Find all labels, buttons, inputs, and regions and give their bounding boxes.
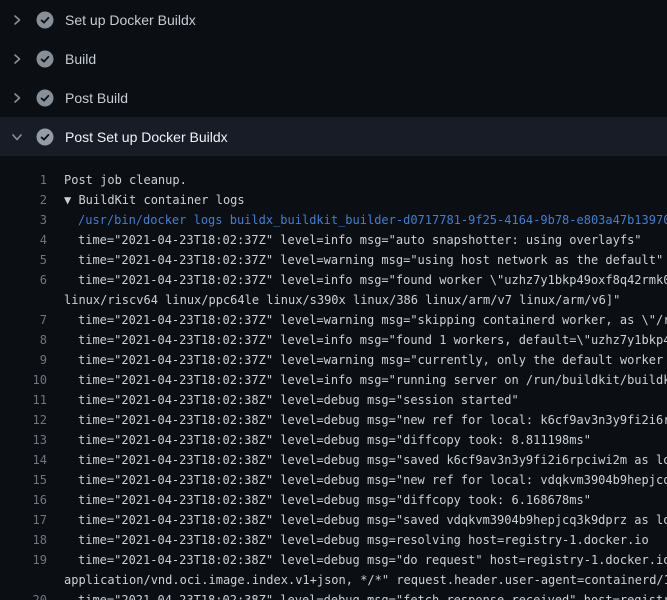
log-line-number[interactable]: 8 [0, 333, 47, 347]
log-line: 8 time="2021-04-23T18:02:37Z" level=info … [0, 330, 667, 350]
log-line-number[interactable]: 1 [0, 173, 47, 187]
log-text: time="2021-04-23T18:02:38Z" level=debug … [78, 473, 667, 487]
log-line: 3/usr/bin/docker logs buildx_buildkit_bu… [0, 210, 667, 230]
log-line: 6 time="2021-04-23T18:02:37Z" level=info … [0, 270, 667, 290]
log-text: time="2021-04-23T18:02:38Z" level=debug … [78, 533, 649, 547]
chevron-right-icon [10, 91, 24, 105]
check-circle-icon [36, 11, 54, 29]
log-line-number[interactable]: 3 [0, 213, 47, 227]
step-row-set-up-docker-buildx[interactable]: Set up Docker Buildx [0, 0, 667, 39]
log-text: time="2021-04-23T18:02:37Z" level=info m… [78, 273, 667, 287]
check-circle-icon [36, 50, 54, 68]
log-text: time="2021-04-23T18:02:37Z" level=info m… [78, 373, 667, 387]
steps-list: Set up Docker Buildx Build Post Build Po… [0, 0, 667, 156]
log-line: 4 time="2021-04-23T18:02:37Z" level=info … [0, 230, 667, 250]
log-line: application/vnd.oci.image.index.v1+json,… [0, 570, 667, 590]
log-text: time="2021-04-23T18:02:37Z" level=info m… [78, 333, 667, 347]
log-line: 20 time="2021-04-23T18:02:38Z" level=debu… [0, 590, 667, 600]
log-line: 1 Post job cleanup. [0, 170, 667, 190]
log-text: time="2021-04-23T18:02:37Z" level=info m… [78, 233, 642, 247]
step-name: Post Build [65, 90, 128, 106]
log-line: 15 time="2021-04-23T18:02:38Z" level=debu… [0, 470, 667, 490]
log-line-number[interactable]: 16 [0, 493, 47, 507]
chevron-right-icon [10, 52, 24, 66]
log-line-number[interactable]: 17 [0, 513, 47, 527]
log-line: 11 time="2021-04-23T18:02:38Z" level=debu… [0, 390, 667, 410]
log-command-text: /usr/bin/docker logs buildx_buildkit_bui… [78, 213, 667, 227]
log-line-number[interactable]: 9 [0, 353, 47, 367]
log-line: 12 time="2021-04-23T18:02:38Z" level=debu… [0, 410, 667, 430]
step-name: Set up Docker Buildx [65, 12, 196, 28]
log-line-number[interactable]: 18 [0, 533, 47, 547]
step-row-post-set-up-docker-buildx[interactable]: Post Set up Docker Buildx [0, 117, 667, 156]
check-circle-icon [36, 128, 54, 146]
log-line: 17 time="2021-04-23T18:02:38Z" level=debu… [0, 510, 667, 530]
log-line-number[interactable]: 5 [0, 253, 47, 267]
log-text: time="2021-04-23T18:02:38Z" level=debug … [78, 553, 667, 567]
log-text: time="2021-04-23T18:02:38Z" level=debug … [78, 433, 591, 447]
log-line-number[interactable]: 20 [0, 593, 47, 600]
log-text: application/vnd.oci.image.index.v1+json,… [64, 573, 667, 587]
log-line: 7 time="2021-04-23T18:02:37Z" level=warni… [0, 310, 667, 330]
log-text: time="2021-04-23T18:02:38Z" level=debug … [78, 493, 591, 507]
log-text: time="2021-04-23T18:02:37Z" level=warnin… [78, 253, 663, 267]
log-line: linux/riscv64 linux/ppc64le linux/s390x … [0, 290, 667, 310]
log-text: time="2021-04-23T18:02:38Z" level=debug … [78, 413, 667, 427]
log-text: time="2021-04-23T18:02:37Z" level=warnin… [78, 353, 667, 367]
log-line-number[interactable]: 10 [0, 373, 47, 387]
log-line: 9 time="2021-04-23T18:02:37Z" level=warni… [0, 350, 667, 370]
log-line-number[interactable]: 11 [0, 393, 47, 407]
log-line-number[interactable]: 19 [0, 553, 47, 567]
log-line: 2 ▼ BuildKit container logs [0, 190, 667, 210]
log-group-toggle[interactable]: ▼ BuildKit container logs [64, 193, 245, 207]
log-line: 13 time="2021-04-23T18:02:38Z" level=debu… [0, 430, 667, 450]
chevron-down-icon [10, 130, 24, 144]
log-text: time="2021-04-23T18:02:38Z" level=debug … [78, 593, 667, 600]
log-text: time="2021-04-23T18:02:37Z" level=warnin… [78, 313, 667, 327]
log-line-number[interactable]: 6 [0, 273, 47, 287]
log-line: 5 time="2021-04-23T18:02:37Z" level=warni… [0, 250, 667, 270]
step-row-build[interactable]: Build [0, 39, 667, 78]
step-name: Post Set up Docker Buildx [65, 129, 228, 145]
log-line: 14 time="2021-04-23T18:02:38Z" level=debu… [0, 450, 667, 470]
log-line-number[interactable]: 15 [0, 473, 47, 487]
log-line-number[interactable]: 7 [0, 313, 47, 327]
log-text: time="2021-04-23T18:02:38Z" level=debug … [78, 513, 667, 527]
log-line-number[interactable]: 14 [0, 453, 47, 467]
check-circle-icon [36, 89, 54, 107]
step-name: Build [65, 51, 96, 67]
log-line-number[interactable]: 2 [0, 193, 47, 207]
step-row-post-build[interactable]: Post Build [0, 78, 667, 117]
log-line-number[interactable]: 4 [0, 233, 47, 247]
log-line: 16 time="2021-04-23T18:02:38Z" level=debu… [0, 490, 667, 510]
log-line: 19 time="2021-04-23T18:02:38Z" level=debu… [0, 550, 667, 570]
log-text: linux/riscv64 linux/ppc64le linux/s390x … [64, 293, 620, 307]
chevron-right-icon [10, 13, 24, 27]
log-text: time="2021-04-23T18:02:38Z" level=debug … [78, 453, 667, 467]
log-panel[interactable]: 1 Post job cleanup. 2 ▼ BuildKit container … [0, 156, 667, 600]
log-line: 18 time="2021-04-23T18:02:38Z" level=debu… [0, 530, 667, 550]
log-text: time="2021-04-23T18:02:38Z" level=debug … [78, 393, 519, 407]
log-line-number[interactable]: 13 [0, 433, 47, 447]
log-line: 10 time="2021-04-23T18:02:37Z" level=info… [0, 370, 667, 390]
log-line-number[interactable]: 12 [0, 413, 47, 427]
log-text: Post job cleanup. [64, 173, 187, 187]
